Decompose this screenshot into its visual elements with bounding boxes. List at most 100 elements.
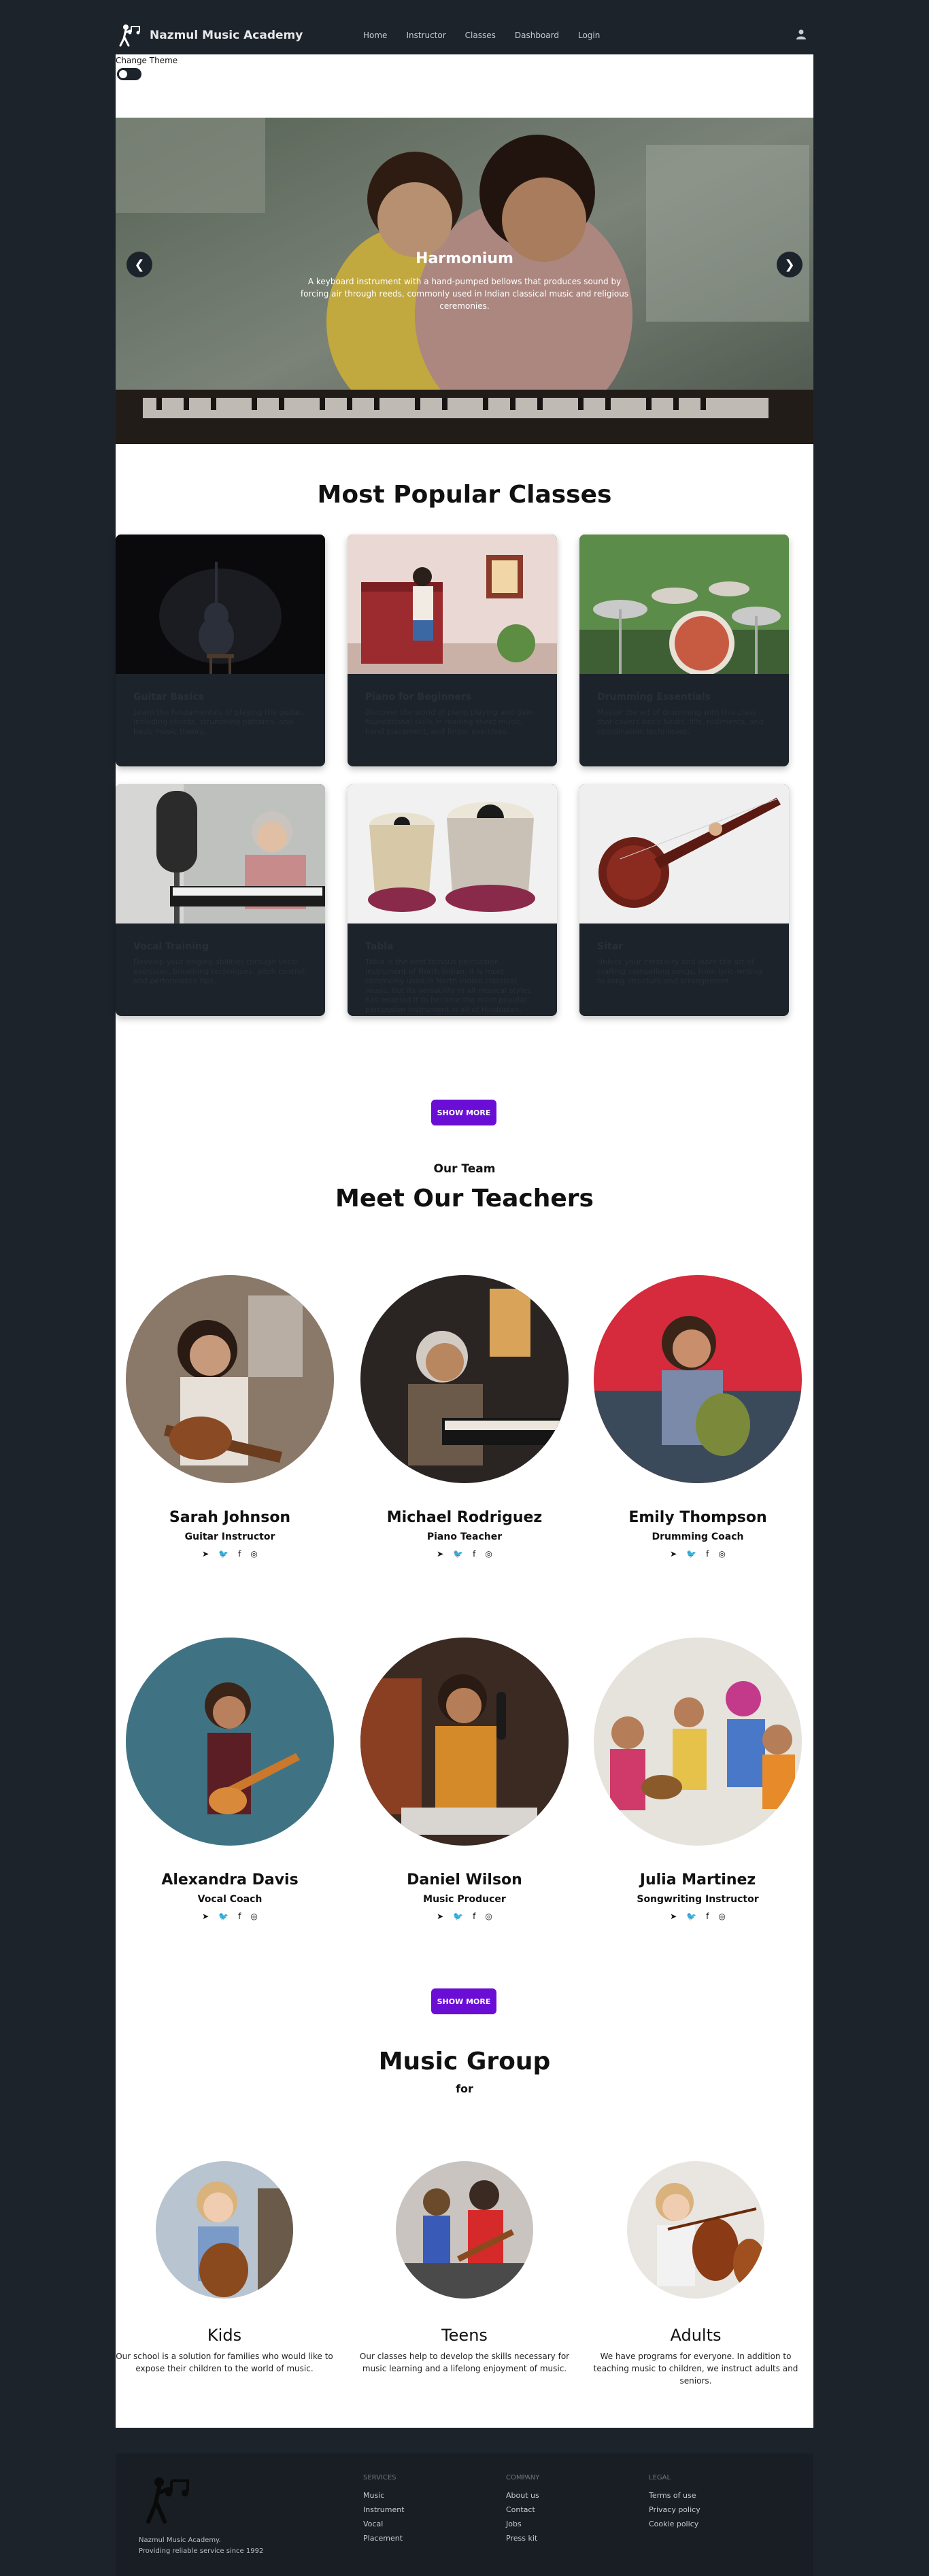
theme-toggle[interactable]	[117, 68, 141, 80]
user-icon[interactable]	[796, 29, 809, 42]
class-card[interactable]: Tabla Tabla is the best famous percussio…	[348, 784, 557, 1016]
class-card[interactable]: Piano for Beginners Discover the world o…	[348, 535, 557, 766]
nav-classes[interactable]: Classes	[465, 31, 496, 40]
twitter-icon[interactable]: 🐦	[453, 1912, 463, 1921]
classes-heading: Most Popular Classes	[317, 481, 612, 509]
twitter-icon[interactable]: 🐦	[453, 1549, 463, 1559]
class-description: Master the art of drumming with this cla…	[597, 708, 764, 736]
footer-link-placement[interactable]: Placement	[363, 2534, 405, 2543]
footer-link-privacy[interactable]: Privacy policy	[649, 2505, 700, 2514]
class-title: Guitar Basics	[133, 692, 205, 702]
nav-links: Home Instructor Classes Dashboard Login	[363, 31, 600, 40]
social-links: ➤ 🐦 f ◎	[592, 1549, 803, 1559]
telegram-icon[interactable]: ➤	[437, 1549, 443, 1559]
nav-login[interactable]: Login	[578, 31, 600, 40]
show-more-teachers-button[interactable]: SHOW MORE	[431, 1988, 496, 2014]
footer-tagline: Providing reliable service since 1992	[139, 2547, 264, 2555]
footer-link-about[interactable]: About us	[506, 2491, 539, 2500]
footer-link-music[interactable]: Music	[363, 2491, 405, 2500]
slide-caption: Harmonium A keyboard instrument with a h…	[294, 250, 635, 312]
footer-company-heading: COMPANY	[506, 2474, 540, 2481]
teacher-name: Sarah Johnson	[169, 1509, 291, 1526]
slide-description: A keyboard instrument with a hand-pumped…	[300, 277, 629, 311]
twitter-icon[interactable]: 🐦	[686, 1912, 696, 1921]
facebook-icon[interactable]: f	[473, 1549, 475, 1559]
facebook-icon[interactable]: f	[706, 1549, 709, 1559]
footer-link-cookie[interactable]: Cookie policy	[649, 2520, 700, 2528]
class-title: Vocal Training	[133, 941, 209, 952]
group-photo	[627, 2161, 764, 2299]
group-card: Teens Our classes help to develop the sk…	[356, 2161, 573, 2375]
telegram-icon[interactable]: ➤	[202, 1912, 209, 1921]
class-card[interactable]: Drumming Essentials Master the art of dr…	[579, 535, 789, 766]
teacher-role: Guitar Instructor	[184, 1531, 275, 1542]
footer-link-jobs[interactable]: Jobs	[506, 2520, 539, 2528]
team-heading: Meet Our Teachers	[335, 1185, 594, 1213]
slide-title: Harmonium	[416, 250, 513, 267]
nav-instructor[interactable]: Instructor	[406, 31, 445, 40]
class-card[interactable]: Guitar Basics Learn the fundamentals of …	[116, 535, 325, 766]
brand[interactable]: Nazmul Music Academy	[116, 22, 303, 49]
footer-services: SERVICES Music Instrument Vocal Placemen…	[363, 2474, 405, 2548]
teacher-card: Sarah Johnson Guitar Instructor ➤ 🐦 f ◎	[124, 1275, 335, 1559]
group-description: Our school is a solution for families wh…	[116, 2352, 333, 2373]
piano-image	[348, 535, 557, 674]
drums-image	[579, 535, 789, 674]
group-photo	[396, 2161, 533, 2299]
group-card: Kids Our school is a solution for famili…	[116, 2161, 333, 2375]
telegram-icon[interactable]: ➤	[670, 1912, 677, 1921]
class-title: Sitar	[597, 941, 623, 952]
footer-link-contact[interactable]: Contact	[506, 2505, 539, 2514]
class-description: Learn the fundamentals of playing the gu…	[133, 708, 304, 736]
class-description: Discover the world of piano playing and …	[365, 708, 533, 736]
group-card: Adults We have programs for everyone. In…	[587, 2161, 805, 2387]
teacher-card: Julia Martinez Songwriting Instructor ➤ …	[592, 1638, 803, 1921]
instagram-icon[interactable]: ◎	[250, 1549, 257, 1559]
footer-link-instrument[interactable]: Instrument	[363, 2505, 405, 2514]
class-description: Tabla is the best famous percussion inst…	[365, 957, 531, 1014]
footer-link-press[interactable]: Press kit	[506, 2534, 539, 2543]
groups-subheading: for	[456, 2082, 473, 2095]
class-title: Piano for Beginners	[365, 692, 472, 702]
group-photo	[156, 2161, 293, 2299]
footer-legal: LEGAL Terms of use Privacy policy Cookie…	[649, 2474, 700, 2534]
class-card[interactable]: Sitar Unlock your creativity and learn t…	[579, 784, 789, 1016]
teacher-role: Songwriting Instructor	[637, 1894, 759, 1905]
carousel-next-button[interactable]: ❯	[777, 252, 803, 277]
instagram-icon[interactable]: ◎	[718, 1549, 725, 1559]
instagram-icon[interactable]: ◎	[250, 1912, 257, 1921]
teacher-card: Emily Thompson Drumming Coach ➤ 🐦 f ◎	[592, 1275, 803, 1559]
carousel-prev-button[interactable]: ❮	[126, 252, 152, 277]
twitter-icon[interactable]: 🐦	[218, 1549, 229, 1559]
instagram-icon[interactable]: ◎	[485, 1549, 492, 1559]
facebook-icon[interactable]: f	[473, 1912, 475, 1921]
facebook-icon[interactable]: f	[706, 1912, 709, 1921]
footer-company: COMPANY About us Contact Jobs Press kit	[506, 2474, 539, 2548]
footer-link-terms[interactable]: Terms of use	[649, 2491, 700, 2500]
teacher-photo	[126, 1638, 334, 1846]
facebook-icon[interactable]: f	[238, 1912, 241, 1921]
telegram-icon[interactable]: ➤	[437, 1912, 443, 1921]
group-description: Our classes help to develop the skills n…	[359, 2352, 570, 2373]
group-title: Adults	[670, 2326, 722, 2345]
team-kicker: Our Team	[433, 1162, 496, 1176]
twitter-icon[interactable]: 🐦	[686, 1549, 696, 1559]
class-title: Drumming Essentials	[597, 692, 711, 702]
instagram-icon[interactable]: ◎	[718, 1912, 725, 1921]
telegram-icon[interactable]: ➤	[670, 1549, 677, 1559]
class-card[interactable]: Vocal Training Develop your singing abil…	[116, 784, 325, 1016]
nav-home[interactable]: Home	[363, 31, 387, 40]
teacher-photo	[126, 1275, 334, 1483]
nav-dashboard[interactable]: Dashboard	[515, 31, 559, 40]
footer-link-vocal[interactable]: Vocal	[363, 2520, 405, 2528]
telegram-icon[interactable]: ➤	[202, 1549, 209, 1559]
instagram-icon[interactable]: ◎	[485, 1912, 492, 1921]
teacher-photo	[594, 1638, 802, 1846]
teacher-role: Vocal Coach	[197, 1894, 263, 1905]
vocal-image	[116, 784, 325, 923]
facebook-icon[interactable]: f	[238, 1549, 241, 1559]
teacher-photo	[360, 1638, 569, 1846]
show-more-classes-button[interactable]: SHOW MORE	[431, 1100, 496, 1125]
twitter-icon[interactable]: 🐦	[218, 1912, 229, 1921]
group-description: We have programs for everyone. In additi…	[593, 2352, 798, 2386]
